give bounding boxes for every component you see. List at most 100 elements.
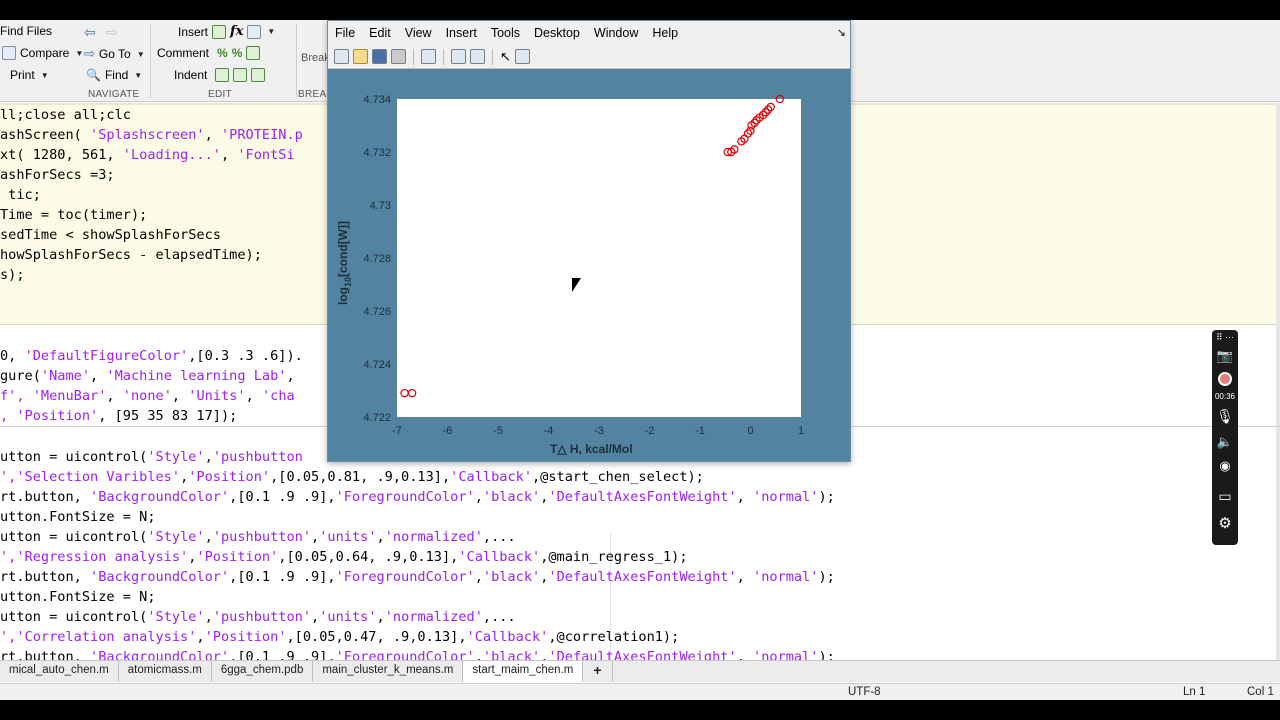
y-tick-label: 4.724: [363, 359, 391, 371]
print-button[interactable]: Print ▼: [0, 68, 49, 82]
goto-button[interactable]: ⇨ Go To ▼: [84, 46, 145, 62]
gear-icon[interactable]: ⚙: [1212, 514, 1238, 532]
code-text: ,[0.1 .9 .9],: [229, 649, 336, 660]
undock-icon[interactable]: ↘: [837, 26, 846, 39]
find-files-button[interactable]: Find Files: [0, 24, 52, 38]
property-editor-icon[interactable]: [514, 49, 530, 64]
new-figure-icon[interactable]: [334, 49, 349, 64]
breakpoints-button[interactable]: Break: [301, 52, 330, 64]
chevron-down-icon: ▼: [136, 49, 145, 59]
code-line: ','Regression analysis','Position',[0.05…: [0, 547, 688, 567]
legend-icon[interactable]: [470, 49, 485, 64]
string-literal: f',: [0, 388, 33, 404]
string-literal: 'pushbutton': [212, 529, 312, 545]
menu-edit[interactable]: Edit: [362, 26, 398, 40]
chevron-down-icon: ▼: [134, 70, 143, 80]
code-text: ,: [204, 529, 213, 545]
code-text: ,: [376, 609, 385, 625]
code-text: ,@start_chen_select);: [532, 469, 704, 485]
fx-icon[interactable]: fx: [230, 24, 243, 39]
recorder-menu-icon[interactable]: ⠿ ···: [1212, 332, 1238, 343]
tab-mical-auto-chen[interactable]: mical_auto_chen.m: [0, 661, 119, 682]
code-text: 0,: [0, 348, 25, 364]
menu-file[interactable]: File: [328, 26, 362, 40]
string-literal: 'cha: [261, 388, 295, 404]
code-text: ,: [474, 569, 483, 585]
find-files-label: Find Files: [0, 24, 53, 38]
y-axis-label-rest: [cond[W]]: [336, 221, 350, 277]
code-text: ashForSecs =3;: [0, 167, 115, 183]
x-tick-label: 0: [747, 425, 753, 437]
menu-insert[interactable]: Insert: [439, 26, 484, 40]
wrap-comment-icon: [246, 46, 261, 60]
string-literal: 'Loading...': [122, 147, 221, 163]
link-plot-icon[interactable]: [421, 49, 436, 64]
comment-button[interactable]: Comment%%: [157, 46, 261, 60]
printer-icon: [0, 68, 6, 82]
string-literal: 'pushbutton: [212, 449, 303, 465]
menu-view[interactable]: View: [398, 26, 439, 40]
code-line: s);: [0, 265, 25, 285]
find-button[interactable]: 🔍 Find ▼: [86, 68, 142, 82]
figure-window[interactable]: File Edit View Insert Tools Desktop Wind…: [327, 20, 851, 462]
status-bar: UTF-8 Ln 1 Col 1: [0, 683, 1280, 700]
x-tick-label: -6: [443, 425, 453, 437]
new-tab-button[interactable]: +: [583, 661, 613, 682]
code-text: utton.FontSize = N;: [0, 509, 156, 525]
tab-6gga-chem[interactable]: 6gga_chem.pdb: [212, 661, 314, 682]
webcam-icon[interactable]: ◉: [1212, 458, 1238, 474]
save-icon[interactable]: [372, 49, 387, 64]
print-label: Print: [10, 68, 35, 82]
tab-main-cluster-k-means[interactable]: main_cluster_k_means.m: [313, 661, 464, 682]
code-line: rt.button, 'BackgroundColor',[0.1 .9 .9]…: [0, 487, 835, 507]
string-literal: 'FontSi: [237, 147, 295, 163]
code-text: ,[0.05,0.47, .9,0.13],: [286, 629, 467, 645]
code-text: ,: [311, 529, 320, 545]
print-icon[interactable]: [391, 49, 406, 64]
scatter-chart: 4.7224.7244.7264.7284.734.7324.734 -7 -6-…: [336, 94, 804, 456]
menu-tools[interactable]: Tools: [484, 26, 527, 40]
code-text: gure(: [0, 368, 41, 384]
open-file-icon[interactable]: [353, 49, 368, 64]
code-text: ll;close all;clc: [0, 107, 131, 123]
comment-label: Comment: [157, 46, 210, 60]
pointer-icon[interactable]: ↖: [500, 49, 511, 65]
editor-scrollbar[interactable]: [1276, 103, 1280, 660]
string-literal: 'DefaultAxesFontWeight': [548, 489, 737, 505]
insert-button[interactable]: Insert fx ▼: [178, 24, 275, 39]
window-icon[interactable]: ▭: [1212, 488, 1238, 505]
menu-window[interactable]: Window: [587, 26, 645, 40]
forward-arrow-icon: ⇨: [105, 24, 118, 40]
code-line: f', 'MenuBar', 'none', 'Units', 'cha: [0, 386, 295, 406]
code-text: ,: [736, 569, 754, 585]
string-literal: ','Selection Varibles': [0, 469, 181, 485]
indent-button[interactable]: Indent: [174, 68, 266, 82]
y-tick-label: 4.73: [370, 200, 391, 212]
tab-atomicmass[interactable]: atomicmass.m: [119, 661, 212, 682]
y-axis-label-base: log: [336, 287, 350, 305]
code-text: ,: [286, 368, 295, 384]
back-forward-buttons[interactable]: ⇦ ⇨: [84, 24, 117, 41]
menu-desktop[interactable]: Desktop: [527, 26, 587, 40]
code-text: ,: [90, 368, 107, 384]
code-text: utton = uicontrol(: [0, 529, 148, 545]
recording-time: 00:36: [1214, 392, 1236, 401]
record-icon[interactable]: [1212, 372, 1238, 388]
string-literal: ','Correlation analysis': [0, 629, 197, 645]
figure-menubar: File Edit View Insert Tools Desktop Wind…: [328, 21, 850, 45]
x-tick-label: -7: [392, 425, 402, 437]
code-line: 0, 'DefaultFigureColor',[0.3 .3 .6]).: [0, 346, 303, 366]
code-text: ,: [204, 449, 213, 465]
string-literal: 'Splashscreen': [90, 127, 205, 143]
menu-help[interactable]: Help: [645, 26, 685, 40]
encoding-indicator: UTF-8: [848, 686, 881, 698]
colorbar-icon[interactable]: [451, 49, 466, 64]
speaker-icon[interactable]: 🔈: [1212, 434, 1238, 450]
camera-icon[interactable]: 📷: [1212, 348, 1238, 364]
string-literal: 'none': [122, 388, 172, 404]
compare-button[interactable]: Compare ▼: [2, 46, 83, 60]
uncomment-icon: %: [231, 46, 243, 60]
code-text: ,: [106, 388, 123, 404]
tab-start-maim-chen[interactable]: start_maim_chen.m: [463, 661, 584, 682]
microphone-icon[interactable]: 🎙: [1212, 408, 1238, 425]
